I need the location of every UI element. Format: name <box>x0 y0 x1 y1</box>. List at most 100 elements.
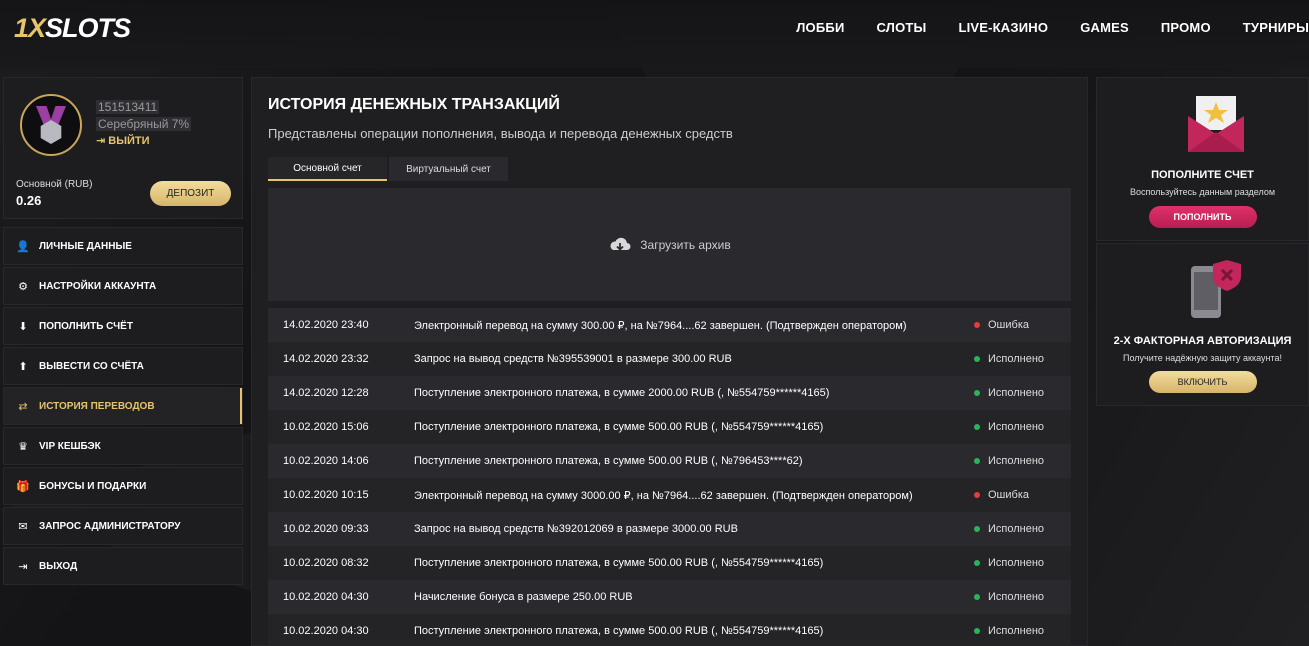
sidebar-item-label: БОНУСЫ И ПОДАРКИ <box>39 480 147 492</box>
transaction-description: Поступление электронного платежа, в сумм… <box>414 455 803 467</box>
transaction-status: Ошибка <box>974 319 1029 331</box>
promo-deposit-card: ПОПОЛНИТЕ СЧЕТ Воспользуйтесь данным раз… <box>1096 77 1309 241</box>
transaction-description: Запрос на вывод средств №392012069 в раз… <box>414 523 738 535</box>
sidebar-item[interactable]: 👤 ЛИЧНЫЕ ДАННЫЕ <box>3 227 243 265</box>
status-label: Исполнено <box>988 591 1045 603</box>
status-dot-icon <box>974 322 980 328</box>
table-row: 10.02.2020 04:30 Поступление электронного… <box>268 614 1071 646</box>
status-dot-icon <box>974 628 980 634</box>
nav-item[interactable]: СЛОТЫ <box>876 20 926 35</box>
sidebar-item[interactable]: ⇥ ВЫХОД <box>3 547 243 585</box>
user-add-icon: 👤 <box>16 240 30 253</box>
promo-deposit-subtitle: Воспользуйтесь данным разделом <box>1129 187 1276 197</box>
transaction-description: Поступление электронного платежа, в сумм… <box>414 557 824 569</box>
user-id: 151513411 <box>96 100 160 114</box>
status-label: Исполнено <box>988 421 1045 433</box>
sidebar-item-label: ПОПОЛНИТЬ СЧЁТ <box>39 320 133 332</box>
transaction-description: Электронный перевод на сумму 300.00 ₽, н… <box>414 319 907 332</box>
transactions-table: 14.02.2020 23:40 Электронный перевод на с… <box>268 308 1071 646</box>
table-row: 10.02.2020 10:15 Электронный перевод на с… <box>268 478 1071 512</box>
sidebar-item-label: ВЫВЕСТИ СО СЧЁТА <box>39 360 144 372</box>
silver-medal-icon <box>40 120 62 144</box>
sidebar-item[interactable]: ⚙ НАСТРОЙКИ АККАУНТА <box>3 267 243 305</box>
status-dot-icon <box>974 594 980 600</box>
table-row: 10.02.2020 04:30 Начисление бонуса в разм… <box>268 580 1071 614</box>
left-sidebar: 151513411 Серебряный 7% ⇥ ВЫЙТИ Основной… <box>3 77 243 587</box>
table-row: 10.02.2020 08:32 Поступление электронного… <box>268 546 1071 580</box>
transaction-description: Запрос на вывод средств №395539001 в раз… <box>414 353 732 365</box>
table-row: 10.02.2020 09:33 Запрос на вывод средств … <box>268 512 1071 546</box>
status-dot-icon <box>974 526 980 532</box>
crown-icon: ♛ <box>18 440 28 453</box>
transaction-date: 14.02.2020 23:40 <box>283 319 369 331</box>
archive-label: Загрузить архив <box>640 237 731 252</box>
exit-icon: ⇥ <box>18 560 28 573</box>
transaction-status: Исполнено <box>974 421 1044 433</box>
promo-2fa-title: 2-Х ФАКТОРНАЯ АВТОРИЗАЦИЯ <box>1113 335 1292 347</box>
envelope-icon: ✉ <box>18 520 28 533</box>
status-label: Исполнено <box>988 523 1045 535</box>
transaction-description: Электронный перевод на сумму 3000.00 ₽, … <box>414 489 913 502</box>
sidebar-item[interactable]: ⬇ ПОПОЛНИТЬ СЧЁТ <box>3 307 243 345</box>
sidebar-item[interactable]: ⇄ ИСТОРИЯ ПЕРЕВОДОВ <box>3 387 243 425</box>
avatar <box>20 94 82 156</box>
account-menu: 👤 ЛИЧНЫЕ ДАННЫЕ ⚙ НАСТРОЙКИ АККАУНТА ⬇ ПОПОЛН… <box>3 227 243 585</box>
transfer-icon: ⇄ <box>18 400 28 413</box>
tab-virtual-account[interactable]: Виртуальный счет <box>389 157 508 181</box>
table-row: 14.02.2020 23:32 Запрос на вывод средств … <box>268 342 1071 376</box>
table-row: 10.02.2020 14:06 Поступление электронного… <box>268 444 1071 478</box>
status-label: Исполнено <box>988 387 1045 399</box>
nav-item[interactable]: ПРОМО <box>1161 20 1211 35</box>
status-label: Исполнено <box>988 557 1045 569</box>
download-archive-button[interactable]: Загрузить архив <box>268 188 1071 301</box>
nav-item[interactable]: ЛОББИ <box>796 20 844 35</box>
nav-item[interactable]: LIVE-КАЗИНО <box>958 20 1048 35</box>
gears-icon: ⚙ <box>18 280 28 293</box>
transaction-status: Исполнено <box>974 353 1044 365</box>
transaction-status: Исполнено <box>974 455 1044 467</box>
tab-main-account[interactable]: Основной счет <box>268 157 387 181</box>
transaction-date: 14.02.2020 12:28 <box>283 387 369 399</box>
table-row: 14.02.2020 23:40 Электронный перевод на с… <box>268 308 1071 342</box>
transaction-status: Исполнено <box>974 523 1044 535</box>
promo-2fa-subtitle: Получите надёжную защиту аккаунта! <box>1122 353 1282 363</box>
status-dot-icon <box>974 356 980 362</box>
status-dot-icon <box>974 390 980 396</box>
sidebar-item-label: НАСТРОЙКИ АККАУНТА <box>39 280 157 292</box>
transaction-status: Исполнено <box>974 625 1044 637</box>
transaction-date: 10.02.2020 15:06 <box>283 421 369 433</box>
nav-item[interactable]: ТУРНИРЫ <box>1243 20 1309 35</box>
status-label: Исполнено <box>988 353 1045 365</box>
transaction-date: 10.02.2020 08:32 <box>283 557 369 569</box>
transaction-description: Поступление электронного платежа, в сумм… <box>414 387 830 399</box>
enable-2fa-button[interactable]: ВКЛЮЧИТЬ <box>1148 371 1257 393</box>
transaction-date: 10.02.2020 10:15 <box>283 489 369 501</box>
cloud-download-icon <box>610 237 631 251</box>
sidebar-item[interactable]: ✉ ЗАПРОС АДМИНИСТРАТОРУ <box>3 507 243 545</box>
page-title: ИСТОРИЯ ДЕНЕЖНЫХ ТРАНЗАКЦИЙ <box>268 96 560 113</box>
nav-item[interactable]: GAMES <box>1080 20 1129 35</box>
page-subtitle: Представлены операции пополнения, вывода… <box>268 126 733 141</box>
logout-link[interactable]: ⇥ ВЫЙТИ <box>96 134 150 147</box>
envelope-star-icon <box>1188 96 1244 152</box>
profile-card: 151513411 Серебряный 7% ⇥ ВЫЙТИ Основной… <box>3 77 243 219</box>
upload-icon: ⬆ <box>18 360 28 373</box>
status-dot-icon <box>974 560 980 566</box>
transaction-date: 10.02.2020 04:30 <box>283 591 369 603</box>
sidebar-item-label: ИСТОРИЯ ПЕРЕВОДОВ <box>39 400 155 412</box>
status-dot-icon <box>974 458 980 464</box>
table-row: 10.02.2020 15:06 Поступление электронного… <box>268 410 1071 444</box>
sidebar-item-label: VIP КЕШБЭК <box>39 440 101 452</box>
status-label: Ошибка <box>988 489 1029 501</box>
sidebar-item-label: ЛИЧНЫЕ ДАННЫЕ <box>39 240 132 252</box>
sidebar-item[interactable]: ⬆ ВЫВЕСТИ СО СЧЁТА <box>3 347 243 385</box>
top-up-button[interactable]: ПОПОЛНИТЬ <box>1148 206 1257 228</box>
transaction-date: 10.02.2020 04:30 <box>283 625 369 637</box>
sidebar-item-label: ВЫХОД <box>39 560 78 572</box>
sidebar-item[interactable]: ♛ VIP КЕШБЭК <box>3 427 243 465</box>
deposit-button[interactable]: ДЕПОЗИТ <box>150 181 231 206</box>
transaction-status: Ошибка <box>974 489 1029 501</box>
site-logo[interactable]: 1XSLOTS <box>14 13 131 44</box>
sidebar-item[interactable]: 🎁 БОНУСЫ И ПОДАРКИ <box>3 467 243 505</box>
account-label: Основной (RUB) <box>16 179 93 190</box>
